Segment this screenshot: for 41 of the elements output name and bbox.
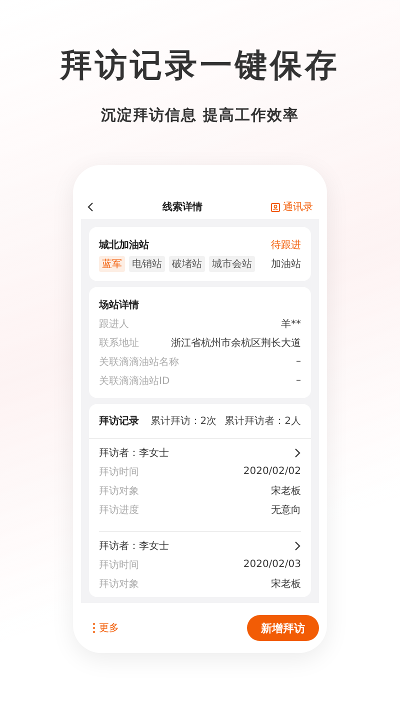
section-title: 场站详情 [99,298,139,312]
subheadline: 沉淀拜访信息 提高工作效率 [100,106,300,125]
section-title: 拜访记录 [99,414,139,428]
field-label: 联系地址 [99,336,139,350]
field-value: 2020/02/03 [243,559,301,570]
field-value: 宋老板 [271,484,301,498]
field-value: – [296,375,301,386]
field-label: 拜访时间 [99,466,139,478]
field-value: 宋老板 [271,578,301,590]
chevron-right-icon[interactable] [294,540,301,550]
visitor-count: 累计拜访者：2人 [224,414,301,428]
status-label: 待跟进 [271,238,301,252]
field-label: 拜访进度 [99,504,139,516]
field-value: 浙江省杭州市余杭区荆长大道 [171,336,301,350]
add-visit-button[interactable]: 新增拜访 [247,615,319,641]
tag: 破堵站 [169,256,205,272]
field-label: 跟进人 [99,318,129,330]
tag: 蓝军 [99,256,125,272]
visitor-name: 拜访者：李女士 [99,540,169,552]
contacts-icon [271,202,280,212]
chevron-right-icon[interactable] [294,448,301,458]
field-value: – [296,356,301,367]
tag: 城市会站 [209,256,255,272]
headline: 拜访记录一键保存 [60,45,340,86]
station-name: 城北加油站 [99,238,149,252]
field-label: 拜访时间 [99,558,139,572]
field-label: 关联滴滴油站名称 [99,356,179,368]
field-value: 2020/02/02 [243,466,301,477]
more-button[interactable]: 更多 [93,621,119,635]
field-value: 无意向 [271,504,301,516]
field-label: 拜访对象 [99,578,139,590]
station-type: 加油站 [271,258,301,270]
field-label: 拜访对象 [99,484,139,498]
page-title: 线索详情 [162,200,202,214]
visit-count: 累计拜访：2次 [150,414,217,428]
field-value: 羊** [281,318,301,330]
tag: 电销站 [129,256,165,272]
field-label: 关联滴滴油站ID [99,374,170,388]
visitor-name: 拜访者：李女士 [99,446,169,460]
back-icon[interactable] [87,202,94,212]
contacts-link[interactable]: 通讯录 [271,200,313,214]
